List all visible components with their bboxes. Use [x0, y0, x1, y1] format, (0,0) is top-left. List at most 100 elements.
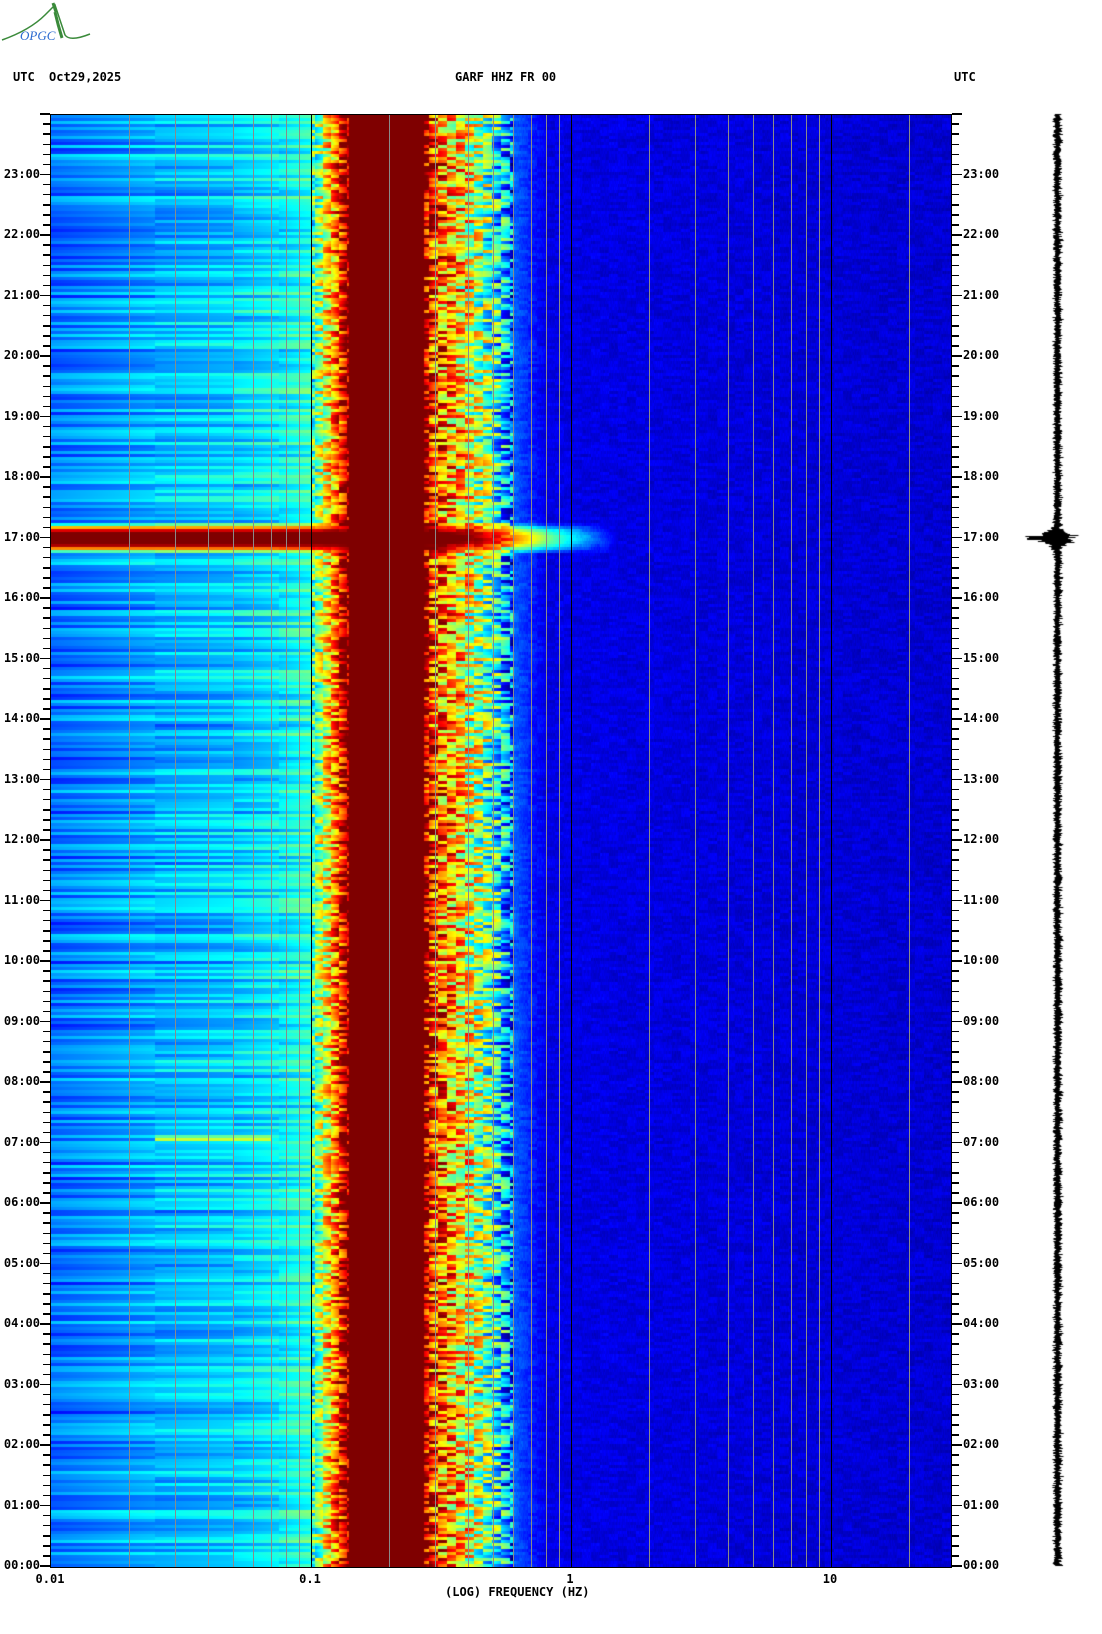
hour-tick: [40, 1565, 50, 1567]
minor-tick: [952, 1414, 959, 1416]
minor-tick: [952, 1293, 959, 1295]
minor-tick: [43, 556, 50, 559]
minor-tick: [952, 1030, 959, 1033]
y-tick-label-right: 09:00: [963, 1013, 1000, 1028]
minor-tick: [952, 395, 959, 398]
minor-tick: [952, 647, 959, 650]
minor-tick: [952, 375, 959, 377]
hour-tick: [952, 536, 962, 539]
minor-tick: [43, 1182, 50, 1184]
y-tick-label-left: 22:00: [3, 227, 40, 241]
y-tick-label-right: 06:00: [963, 1195, 1000, 1209]
hour-tick: [952, 1504, 962, 1507]
minor-tick: [43, 738, 50, 740]
minor-tick: [952, 1151, 959, 1154]
minor-tick: [952, 708, 959, 710]
minor-tick: [43, 637, 50, 640]
minor-tick: [43, 1535, 50, 1537]
minor-tick: [952, 254, 959, 256]
minor-tick: [952, 1524, 959, 1527]
hour-tick: [952, 1383, 962, 1386]
minor-tick: [43, 698, 50, 700]
y-tick-label-left: 23:00: [3, 166, 40, 181]
hour-tick: [40, 597, 50, 599]
minor-gridline: [790, 115, 792, 1567]
y-tick-label-left: 09:00: [3, 1013, 40, 1028]
station-title: GARF HHZ FR 00: [455, 70, 557, 84]
hour-tick: [40, 1141, 50, 1144]
minor-tick: [43, 1464, 50, 1466]
hour-tick: [40, 234, 50, 236]
minor-tick: [43, 1303, 50, 1305]
minor-tick: [43, 819, 50, 821]
y-tick-label-left: 15:00: [3, 650, 40, 665]
minor-tick: [952, 143, 959, 145]
minor-tick: [952, 667, 959, 670]
minor-tick: [43, 1363, 50, 1366]
minor-tick: [43, 1373, 50, 1376]
y-tick-label-left: 00:00: [3, 1558, 40, 1572]
y-tick-label-left: 13:00: [3, 771, 40, 786]
minor-tick: [952, 1172, 959, 1174]
hour-tick: [40, 960, 50, 962]
minor-tick: [952, 435, 959, 438]
minor-tick: [43, 1101, 50, 1103]
minor-tick: [43, 708, 50, 710]
minor-tick: [43, 1524, 50, 1527]
hour-tick: [40, 1081, 50, 1083]
minor-tick: [43, 526, 50, 529]
minor-tick: [952, 607, 959, 609]
minor-tick: [952, 1474, 959, 1476]
y-tick-label-right: 12:00: [963, 832, 1000, 846]
minor-tick: [43, 829, 50, 831]
hour-tick: [952, 355, 962, 357]
minor-tick: [43, 567, 50, 569]
minor-tick: [952, 1212, 959, 1214]
x-tick-label: 1: [566, 1572, 574, 1586]
hour-tick: [40, 1444, 50, 1446]
minor-tick: [43, 143, 50, 145]
y-tick-label-right: 11:00: [963, 892, 1000, 907]
minor-tick: [952, 1000, 959, 1003]
minor-tick: [952, 738, 959, 740]
minor-tick: [952, 1353, 959, 1355]
minor-tick: [43, 224, 50, 226]
minor-tick: [43, 405, 50, 408]
minor-tick: [43, 375, 50, 377]
minor-tick: [43, 304, 50, 307]
minor-tick: [43, 516, 50, 519]
y-tick-label-left: 12:00: [3, 832, 40, 846]
minor-tick: [952, 1454, 959, 1456]
minor-gridline: [129, 115, 131, 1567]
minor-tick: [43, 607, 50, 609]
minor-tick: [43, 244, 50, 246]
minor-tick: [43, 395, 50, 398]
minor-tick: [952, 556, 959, 559]
minor-tick: [952, 950, 959, 952]
hour-tick: [952, 1081, 962, 1083]
minor-tick: [43, 788, 50, 791]
minor-tick: [43, 879, 50, 882]
minor-tick: [952, 284, 959, 287]
minor-tick: [43, 264, 50, 266]
minor-tick: [952, 788, 959, 791]
minor-tick: [952, 1161, 959, 1164]
minor-tick: [952, 1272, 959, 1275]
minor-gridline: [752, 115, 754, 1567]
minor-tick: [43, 1474, 50, 1476]
minor-tick: [952, 728, 959, 730]
minor-tick: [952, 405, 959, 408]
hour-tick: [952, 1444, 962, 1446]
minor-tick: [43, 1151, 50, 1154]
hour-tick: [952, 113, 962, 115]
minor-tick: [952, 879, 959, 882]
minor-tick: [952, 1182, 959, 1184]
minor-tick: [952, 153, 959, 156]
y-tick-label-right: 18:00: [963, 469, 1000, 483]
minor-tick: [952, 183, 959, 186]
minor-tick: [952, 577, 959, 579]
minor-tick: [952, 809, 959, 811]
minor-gridline: [232, 115, 234, 1567]
minor-gridline: [559, 115, 561, 1567]
minor-tick: [43, 183, 50, 186]
